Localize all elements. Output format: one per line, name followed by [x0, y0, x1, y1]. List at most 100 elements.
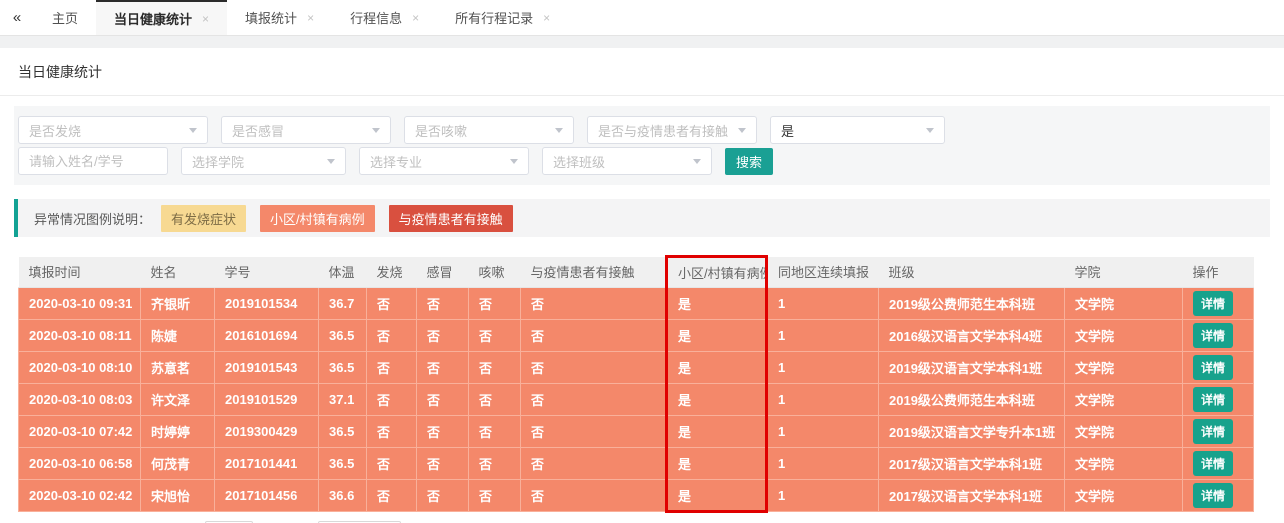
- cell-repeat: 1: [767, 480, 879, 512]
- detail-button[interactable]: 详情: [1193, 323, 1233, 348]
- tab-item[interactable]: 填报统计×: [227, 0, 332, 35]
- cell-clazz: 2017级汉语言文学本科1班: [879, 448, 1065, 480]
- cell-community: 是: [667, 320, 767, 352]
- detail-button[interactable]: 详情: [1193, 355, 1233, 380]
- table-row: 2020-03-10 09:31齐银昕201910153436.7否否否否是12…: [19, 288, 1254, 320]
- college-select[interactable]: 选择学院: [181, 147, 346, 175]
- community-select[interactable]: 是: [770, 116, 945, 144]
- detail-button[interactable]: 详情: [1193, 483, 1233, 508]
- cell-sid: 2019101529: [215, 384, 319, 416]
- health-table-wrap: 填报时间姓名学号体温发烧感冒咳嗽与疫情患者有接触小区/村镇有病例同地区连续填报班…: [18, 255, 1266, 513]
- cell-temp: 36.6: [319, 480, 367, 512]
- cell-op: 详情: [1183, 320, 1254, 352]
- cell-repeat: 1: [767, 320, 879, 352]
- cell-community: 是: [667, 416, 767, 448]
- major-select[interactable]: 选择专业: [359, 147, 529, 175]
- cell-clazz: 2019级公费师范生本科班: [879, 288, 1065, 320]
- tab-item[interactable]: 行程信息 ×: [332, 0, 437, 35]
- cell-op: 详情: [1183, 448, 1254, 480]
- cell-community: 是: [667, 288, 767, 320]
- cell-time: 2020-03-10 08:10: [19, 352, 141, 384]
- close-tab-icon[interactable]: ×: [412, 11, 419, 25]
- cell-name: 宋旭怡: [141, 480, 215, 512]
- collapse-sidebar-icon[interactable]: «: [0, 0, 34, 35]
- table-row: 2020-03-10 07:42时婷婷201930042936.5否否否否是12…: [19, 416, 1254, 448]
- cell-cough: 否: [469, 448, 521, 480]
- filter-row-2: 选择学院 选择专业选择班级搜索: [18, 147, 1266, 175]
- cell-contact: 否: [521, 480, 667, 512]
- cell-name: 时婷婷: [141, 416, 215, 448]
- cell-cough: 否: [469, 352, 521, 384]
- column-header-cough: 咳嗽: [469, 257, 521, 288]
- cell-clazz: 2019级公费师范生本科班: [879, 384, 1065, 416]
- tab-item[interactable]: 所有行程记录×: [437, 0, 568, 35]
- cell-temp: 36.7: [319, 288, 367, 320]
- table-row: 2020-03-10 06:58何茂青201710144136.5否否否否是12…: [19, 448, 1254, 480]
- close-tab-icon[interactable]: ×: [307, 11, 314, 25]
- name-or-id-input[interactable]: [18, 147, 168, 175]
- tab-label: 行程信息: [350, 8, 402, 27]
- legend-bar: 异常情况图例说明： 有发烧症状小区/村镇有病例与疫情患者有接触: [14, 199, 1270, 237]
- search-button[interactable]: 搜索: [725, 148, 773, 175]
- detail-button[interactable]: 详情: [1193, 291, 1233, 316]
- column-header-repeat: 同地区连续填报: [767, 257, 879, 288]
- cell-sid: 2017101441: [215, 448, 319, 480]
- tab-label: 主页: [52, 8, 78, 27]
- caret-down-icon: [510, 159, 518, 164]
- cell-cough: 否: [469, 480, 521, 512]
- cell-name: 陈婕: [141, 320, 215, 352]
- detail-button[interactable]: 详情: [1193, 451, 1233, 476]
- cell-cold: 否: [417, 288, 469, 320]
- legend-badge-community: 小区/村镇有病例: [260, 205, 375, 232]
- caret-down-icon: [693, 159, 701, 164]
- cell-fever: 否: [367, 448, 417, 480]
- cell-temp: 36.5: [319, 352, 367, 384]
- cough-select[interactable]: 是否咳嗽: [404, 116, 574, 144]
- cell-repeat: 1: [767, 416, 879, 448]
- cell-repeat: 1: [767, 384, 879, 416]
- cell-op: 详情: [1183, 352, 1254, 384]
- cell-temp: 36.5: [319, 320, 367, 352]
- column-header-community: 小区/村镇有病例: [667, 257, 767, 288]
- cell-contact: 否: [521, 448, 667, 480]
- close-tab-icon[interactable]: ×: [202, 12, 209, 26]
- cold-select[interactable]: 是否感冒: [221, 116, 391, 144]
- table-header-row: 填报时间姓名学号体温发烧感冒咳嗽与疫情患者有接触小区/村镇有病例同地区连续填报班…: [19, 257, 1254, 288]
- cell-time: 2020-03-10 09:31: [19, 288, 141, 320]
- cell-cold: 否: [417, 352, 469, 384]
- cell-name: 何茂青: [141, 448, 215, 480]
- cell-cough: 否: [469, 416, 521, 448]
- close-tab-icon[interactable]: ×: [543, 11, 550, 25]
- fever-select-value: 是否发烧: [29, 121, 183, 140]
- detail-button[interactable]: 详情: [1193, 419, 1233, 444]
- column-header-time: 填报时间: [19, 257, 141, 288]
- column-header-sid: 学号: [215, 257, 319, 288]
- cell-temp: 36.5: [319, 448, 367, 480]
- cell-fever: 否: [367, 352, 417, 384]
- contact-select[interactable]: 是否与疫情患者有接触: [587, 116, 757, 144]
- cell-community: 是: [667, 352, 767, 384]
- tab-item[interactable]: 主页: [34, 0, 96, 35]
- filter-panel: 是否发烧 是否感冒 是否咳嗽是否与疫情患者有接触 是 选择学院 选择专业选择班级搜索: [14, 106, 1270, 185]
- cell-contact: 否: [521, 384, 667, 416]
- cell-repeat: 1: [767, 352, 879, 384]
- column-header-temp: 体温: [319, 257, 367, 288]
- column-header-college: 学院: [1065, 257, 1183, 288]
- caret-down-icon: [372, 128, 380, 133]
- cell-fever: 否: [367, 480, 417, 512]
- cold-select-value: 是否感冒: [232, 121, 366, 140]
- fever-select[interactable]: 是否发烧: [18, 116, 208, 144]
- cell-time: 2020-03-10 06:58: [19, 448, 141, 480]
- cell-cold: 否: [417, 480, 469, 512]
- cell-fever: 否: [367, 320, 417, 352]
- page-title: 当日健康统计: [0, 48, 1284, 96]
- cell-clazz: 2019级汉语言文学本科1班: [879, 352, 1065, 384]
- class-select[interactable]: 选择班级: [542, 147, 712, 175]
- column-header-op: 操作: [1183, 257, 1254, 288]
- detail-button[interactable]: 详情: [1193, 387, 1233, 412]
- table-body: 2020-03-10 09:31齐银昕201910153436.7否否否否是12…: [19, 288, 1254, 512]
- tab-item[interactable]: 当日健康统计×: [96, 0, 227, 35]
- community-select-value: 是: [781, 121, 920, 140]
- cell-contact: 否: [521, 288, 667, 320]
- college-select-value: 选择学院: [192, 152, 321, 171]
